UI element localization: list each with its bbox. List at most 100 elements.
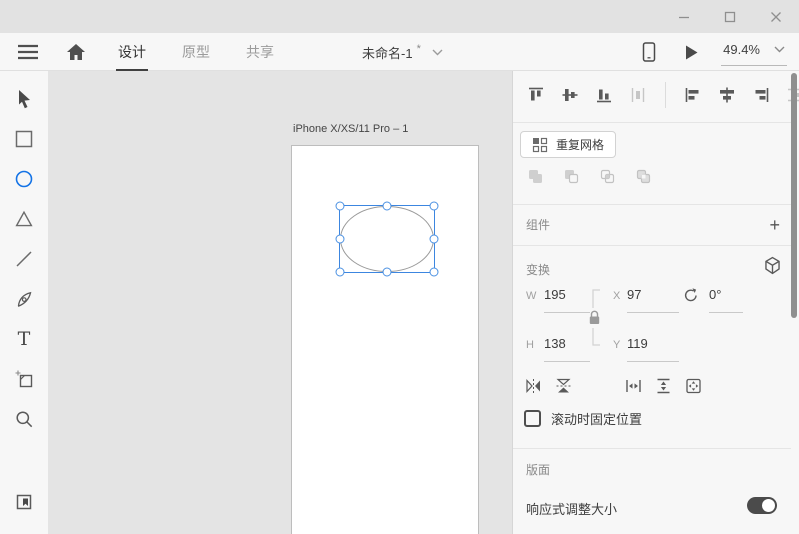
fix-width-button[interactable] [624, 377, 643, 395]
line-icon [15, 250, 33, 268]
tab-design[interactable]: 设计 [112, 33, 152, 71]
tab-share[interactable]: 共享 [240, 33, 280, 71]
align-left-icon [683, 86, 703, 104]
boolean-subtract-button[interactable] [562, 167, 581, 186]
artboard-title[interactable]: iPhone X/XS/11 Pro – 1 [293, 123, 408, 135]
add-component-button[interactable]: + [769, 216, 780, 234]
align-right-icon [751, 86, 771, 104]
scrollbar-thumb[interactable] [791, 73, 797, 318]
transform-section-label: 变换 [526, 261, 550, 278]
x-field[interactable]: 97 [627, 287, 679, 313]
design-canvas[interactable]: iPhone X/XS/11 Pro – 1 [48, 71, 512, 534]
boolean-exclude-button[interactable] [634, 167, 653, 186]
selected-ellipse[interactable] [339, 205, 435, 273]
pen-tool-button[interactable] [4, 279, 44, 319]
device-preview-button[interactable] [635, 33, 663, 71]
libraries-button[interactable] [4, 482, 44, 522]
zoom-level-dropdown[interactable]: 49.4% [721, 38, 787, 66]
align-middle-icon [560, 86, 580, 104]
artboard-tool-button[interactable] [4, 359, 44, 399]
resize-handle-ne[interactable] [430, 202, 439, 211]
rectangle-tool-button[interactable] [4, 119, 44, 159]
distribute-horizontally-button[interactable] [628, 86, 648, 104]
toolbar-separator [665, 82, 666, 108]
responsive-resize-row: 响应式调整大小 [513, 496, 799, 520]
document-title[interactable]: 未命名-1 * [362, 33, 443, 71]
section-divider [513, 122, 791, 123]
artboard[interactable] [292, 146, 478, 534]
desktop-preview-button[interactable] [677, 33, 705, 71]
scroll-fix-checkbox[interactable] [524, 410, 541, 427]
tab-prototype-label: 原型 [182, 42, 210, 62]
boolean-add-button[interactable] [526, 167, 545, 186]
rotation-button[interactable] [682, 286, 700, 304]
resize-handle-sw[interactable] [336, 268, 345, 277]
line-tool-button[interactable] [4, 239, 44, 279]
y-field[interactable]: 119 [627, 336, 679, 362]
preview-controls: 49.4% [635, 33, 799, 71]
polygon-tool-button[interactable] [4, 199, 44, 239]
boolean-operations [526, 167, 653, 186]
pen-icon [15, 290, 34, 309]
panel-scrollbar[interactable] [791, 71, 798, 534]
flip-vertical-icon [554, 377, 573, 395]
toggle-knob [762, 499, 775, 512]
resize-handle-nw[interactable] [336, 202, 345, 211]
chevron-down-icon [432, 49, 443, 56]
align-top-icon [526, 86, 546, 104]
distribute-horizontal-icon [628, 86, 648, 104]
component-section-label: 组件 [526, 216, 550, 233]
auto-resize-icon [684, 377, 703, 395]
close-button[interactable] [753, 0, 799, 33]
tab-design-label: 设计 [118, 42, 146, 62]
fix-height-button[interactable] [654, 377, 673, 395]
align-center-horizontally-button[interactable] [717, 86, 737, 104]
flip-vertically-button[interactable] [554, 377, 573, 395]
align-right-button[interactable] [751, 86, 771, 104]
document-title-text: 未命名-1 [362, 43, 413, 62]
select-tool-button[interactable] [4, 79, 44, 119]
responsive-resize-toggle[interactable] [747, 497, 777, 514]
chevron-down-icon [774, 46, 785, 53]
lock-icon [587, 289, 603, 347]
aspect-ratio-lock-button[interactable] [587, 289, 603, 347]
align-bottom-button[interactable] [594, 86, 614, 104]
resize-handle-n[interactable] [383, 202, 392, 211]
align-left-button[interactable] [683, 86, 703, 104]
resize-handle-w[interactable] [336, 235, 345, 244]
3d-transform-button[interactable] [763, 256, 782, 275]
text-tool-button[interactable]: T [4, 319, 44, 359]
align-middle-vertically-button[interactable] [560, 86, 580, 104]
repeat-grid-button[interactable]: 重复网格 [520, 131, 616, 158]
responsive-resize-auto-button[interactable] [684, 377, 703, 395]
rotate-icon [682, 286, 700, 304]
resize-handle-e[interactable] [430, 235, 439, 244]
home-button[interactable] [62, 33, 90, 71]
text-tool-icon: T [18, 330, 31, 349]
flip-horizontally-button[interactable] [524, 377, 543, 395]
section-divider [513, 245, 791, 246]
unsaved-indicator: * [417, 43, 421, 55]
section-divider [513, 448, 791, 449]
resize-handle-s[interactable] [383, 268, 392, 277]
triangle-icon [15, 210, 33, 228]
width-field[interactable]: 195 [544, 287, 590, 313]
main-menu-button[interactable] [14, 33, 42, 71]
ellipse-tool-button[interactable] [4, 159, 44, 199]
resize-handle-se[interactable] [430, 268, 439, 277]
ellipse-shape [340, 206, 434, 272]
align-top-button[interactable] [526, 86, 546, 104]
scroll-fix-label: 滚动时固定位置 [551, 409, 642, 428]
maximize-button[interactable] [707, 0, 753, 33]
main-area: T iPhone X/XS/11 Pro – 1 [0, 71, 799, 534]
boolean-intersect-button[interactable] [598, 167, 617, 186]
scroll-fix-row[interactable]: 滚动时固定位置 [524, 409, 642, 428]
rotation-field[interactable]: 0° [709, 287, 743, 313]
zoom-tool-button[interactable] [4, 399, 44, 439]
height-field[interactable]: 138 [544, 336, 590, 362]
minimize-button[interactable] [661, 0, 707, 33]
repeat-grid-label: 重复网格 [556, 136, 604, 153]
home-icon [66, 43, 86, 61]
tab-prototype[interactable]: 原型 [176, 33, 216, 71]
rectangle-icon [15, 130, 33, 148]
